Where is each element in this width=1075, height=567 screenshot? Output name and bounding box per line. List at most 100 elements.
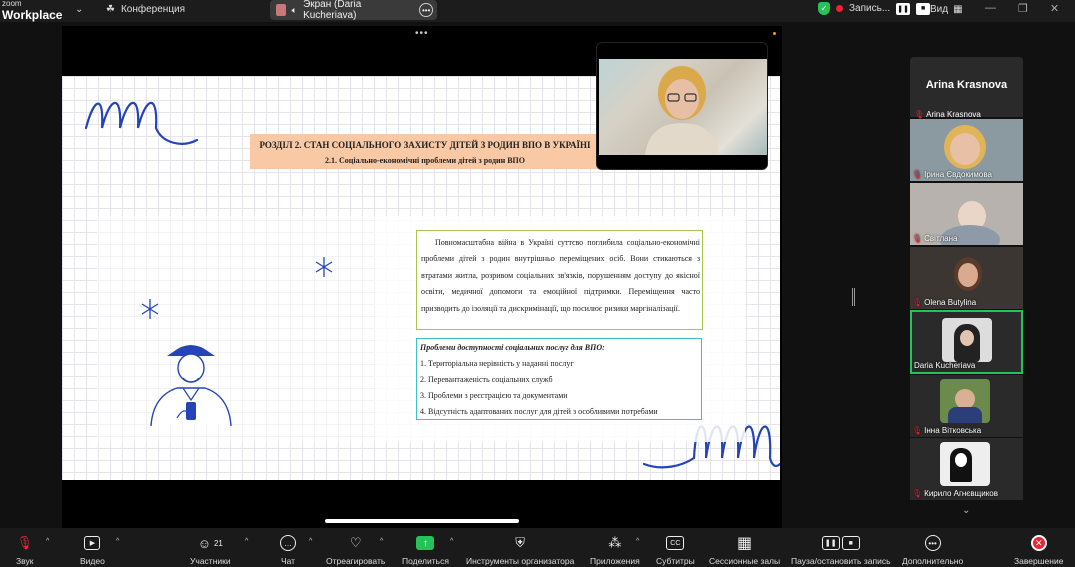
more-icon: ••• xyxy=(924,533,941,553)
recording-status: ✓ Запись... ❚❚ ■ xyxy=(818,2,931,15)
audio-options-caret[interactable]: ^ xyxy=(46,538,49,545)
close-icon[interactable]: ✕ xyxy=(1050,2,1059,15)
react-button[interactable]: ♡ Отреагировать xyxy=(326,533,385,566)
restore-icon[interactable]: ❐ xyxy=(1018,2,1028,15)
tile-label: 🎙︎ Olena Butylina xyxy=(912,298,976,307)
participant-tile[interactable]: 🎙︎ Ірина Євдокимова xyxy=(910,119,1023,181)
participant-tile[interactable]: 🎙︎ Кирило Агнєвщиков xyxy=(910,438,1023,500)
react-options-caret[interactable]: ^ xyxy=(380,538,383,545)
speaker-name: Arina Krasnova xyxy=(925,79,1008,91)
mic-off-icon: 🎙︎ xyxy=(912,426,923,435)
minimize-icon[interactable]: — xyxy=(985,2,996,15)
captions-label: Субтитры xyxy=(656,556,695,566)
participant-avatar xyxy=(940,442,990,486)
chat-icon: … xyxy=(280,533,296,553)
list-item: 1. Територіальна нерівність у наданні по… xyxy=(420,359,574,368)
shield-icon[interactable]: ✓ xyxy=(818,2,830,15)
participants-options-caret[interactable]: ^ xyxy=(245,538,248,545)
breakout-rooms-button[interactable]: ▦ Сессионные залы xyxy=(709,533,780,566)
participant-name: Olena Butylina xyxy=(924,298,977,307)
host-tools-button[interactable]: ⛨ Инструменты организатора xyxy=(466,533,574,566)
share-arrow-icon: ↑ xyxy=(416,533,435,553)
participant-tile[interactable]: 🎙︎ Світлана xyxy=(910,183,1023,245)
list-item: 4. Відсутність адаптованих послуг для ді… xyxy=(420,407,658,416)
grid-icon: ▦ xyxy=(737,535,753,552)
participant-name: Arina Krasnova xyxy=(926,110,981,119)
share-options-dots[interactable]: ••• xyxy=(415,28,429,39)
more-button[interactable]: ••• Дополнительно xyxy=(902,533,963,566)
heart-icon: ♡ xyxy=(349,535,362,550)
presenter-figure xyxy=(645,66,719,155)
zoom-window: zoom Workplace ⌄ ☘ Конференция 🔈︎ Экран … xyxy=(0,0,1075,567)
audio-label: Звук xyxy=(16,556,34,566)
chat-button[interactable]: … Чат xyxy=(280,533,296,566)
participant-face xyxy=(950,133,980,165)
participants-icon: ☺ 21 xyxy=(197,535,223,551)
pause-recording-button[interactable]: ❚❚ xyxy=(896,2,911,15)
slide-subtitle: 2.1. Соціально-економічні проблеми дітей… xyxy=(325,156,525,165)
participant-face xyxy=(958,263,978,287)
participants-count: 21 xyxy=(213,538,223,548)
conference-menu[interactable]: ☘ Конференция xyxy=(106,4,185,15)
top-bar: zoom Workplace ⌄ ☘ Конференция 🔈︎ Экран … xyxy=(0,0,1075,22)
pause-icon: ❚❚ ■ xyxy=(821,533,860,553)
end-meeting-button[interactable]: ✕ Завершение xyxy=(1014,533,1063,566)
video-options-caret[interactable]: ^ xyxy=(116,538,119,545)
list-item: 2. Перевантаженість соціальних служб xyxy=(420,375,553,384)
pause-stop-recording-button[interactable]: ❚❚ ■ Пауза/остановить запись xyxy=(791,533,891,566)
audio-button[interactable]: 🎙︎ Звук xyxy=(16,533,33,566)
status-dot xyxy=(773,32,776,35)
participants-gallery: Arina Krasnova 🎙︎ Arina Krasnova 🎙︎ Ірина… xyxy=(910,57,1023,522)
share-indicator[interactable]: 🔈︎ Экран (Daria Kucheriava) ••• xyxy=(270,0,437,21)
squiggle-decoration xyxy=(84,101,199,145)
mic-off-icon: 🎙︎ xyxy=(912,234,923,243)
share-options-caret[interactable]: ^ xyxy=(450,538,453,545)
participant-name: Daria Kucheriava xyxy=(914,361,976,370)
slide-problems-box: Проблеми доступності соціальних послуг д… xyxy=(416,338,702,420)
view-button[interactable]: Вид ▦ xyxy=(930,4,963,15)
share-label: Экран (Daria Kucheriava) xyxy=(303,0,362,21)
more-label: Дополнительно xyxy=(902,556,964,566)
breakout-label: Сессионные залы xyxy=(709,556,781,566)
participant-avatar xyxy=(940,379,990,423)
stop-recording-button[interactable]: ■ xyxy=(916,2,931,15)
speaker-icon: 🔈︎ xyxy=(291,4,298,15)
speaker-tile[interactable]: Arina Krasnova 🎙︎ Arina Krasnova xyxy=(910,57,1023,119)
chat-options-caret[interactable]: ^ xyxy=(309,538,312,545)
video-icon: ▶ xyxy=(84,533,101,553)
tile-label: 🎙︎ Arina Krasnova xyxy=(914,110,981,119)
more-icon[interactable]: ••• xyxy=(419,3,433,17)
panel-resize-handle[interactable] xyxy=(852,288,855,306)
chevron-down-icon[interactable]: ⌄ xyxy=(962,505,970,516)
logo-main: Workplace xyxy=(2,8,63,22)
presenter-video[interactable] xyxy=(596,42,768,170)
apps-icon: ⁂ xyxy=(608,535,622,550)
video-label: Видео xyxy=(80,556,105,566)
person-illustration xyxy=(150,345,232,427)
participants-button[interactable]: ☺ 21 Участники xyxy=(190,533,231,567)
tile-label: 🎙︎ Кирило Агнєвщиков xyxy=(912,489,998,498)
participant-tile[interactable]: 🎙︎ Olena Butylina xyxy=(910,247,1023,309)
apps-button[interactable]: ⁂ Приложения xyxy=(590,533,640,566)
host-tools-label: Инструменты организатора xyxy=(466,556,575,566)
participant-tile[interactable]: 🎙︎ Інна Вітковська xyxy=(910,375,1023,437)
zoom-logo: zoom Workplace xyxy=(2,0,62,21)
share-button[interactable]: ↑ Поделиться xyxy=(402,533,449,566)
tile-label: Daria Kucheriava xyxy=(914,361,975,370)
participant-name: Світлана xyxy=(924,234,958,243)
participant-tile-active[interactable]: Daria Kucheriava xyxy=(910,310,1023,374)
participants-label: Участники xyxy=(190,556,231,566)
video-button[interactable]: ▶ Видео xyxy=(80,533,105,566)
slide-scroll-indicator[interactable] xyxy=(325,519,519,523)
apps-options-caret[interactable]: ^ xyxy=(636,538,639,545)
participant-name: Кирило Агнєвщиков xyxy=(924,489,998,498)
mic-off-icon: 🎙︎ xyxy=(16,535,33,550)
mic-off-icon: 🎙︎ xyxy=(912,298,923,307)
mic-off-icon: 🎙︎ xyxy=(912,170,923,179)
cc-icon: CC xyxy=(666,533,685,553)
chevron-down-icon[interactable]: ⌄ xyxy=(75,4,83,15)
conference-label: Конференция xyxy=(120,4,186,15)
shield-icon: ⛨ xyxy=(515,535,526,550)
apps-label: Приложения xyxy=(590,556,640,566)
captions-button[interactable]: CC Субтитры xyxy=(656,533,695,566)
